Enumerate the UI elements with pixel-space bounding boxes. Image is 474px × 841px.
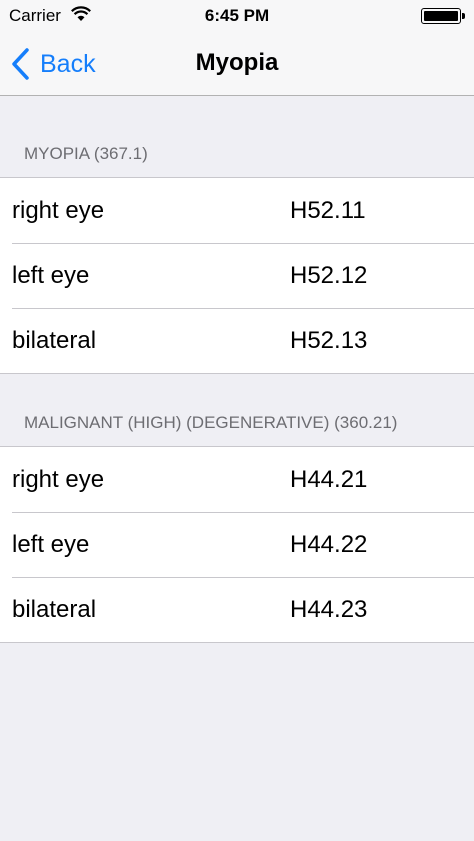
row-code: H52.11 — [290, 196, 366, 224]
battery-icon — [421, 8, 465, 24]
table-row[interactable]: right eye H44.21 — [0, 447, 474, 512]
row-label: left eye — [12, 261, 90, 289]
row-code: H44.23 — [290, 595, 368, 623]
row-label: right eye — [12, 465, 105, 493]
table-row[interactable]: right eye H52.11 — [0, 178, 474, 243]
row-label: bilateral — [12, 595, 97, 623]
status-time: 6:45 PM — [204, 6, 270, 25]
section-header-malignant: MALIGNANT (HIGH) (DEGENERATIVE) (360.21) — [24, 413, 398, 432]
row-code: H52.12 — [290, 261, 368, 289]
section-header-myopia: MYOPIA (367.1) — [24, 144, 148, 163]
navigation-bar: Back Myopia — [0, 32, 474, 96]
row-code: H52.13 — [290, 326, 368, 354]
page-title: Myopia — [195, 49, 279, 76]
table-view[interactable]: MYOPIA (367.1) right eye H52.11 left eye… — [0, 96, 474, 643]
row-code: H44.21 — [290, 465, 368, 493]
section-myopia: right eye H52.11 left eye H52.12 bilater… — [0, 177, 474, 374]
row-code: H44.22 — [290, 530, 368, 558]
row-label: right eye — [12, 196, 105, 224]
section-malignant: right eye H44.21 left eye H44.22 bilater… — [0, 446, 474, 643]
table-row[interactable]: left eye H52.12 — [0, 242, 474, 308]
table-row[interactable]: bilateral H52.13 — [0, 307, 474, 373]
table-row[interactable]: bilateral H44.23 — [0, 576, 474, 642]
status-bar: Carrier 6:45 PM — [0, 0, 474, 32]
table-row[interactable]: left eye H44.22 — [0, 511, 474, 577]
row-label: bilateral — [12, 326, 97, 354]
row-label: left eye — [12, 530, 90, 558]
